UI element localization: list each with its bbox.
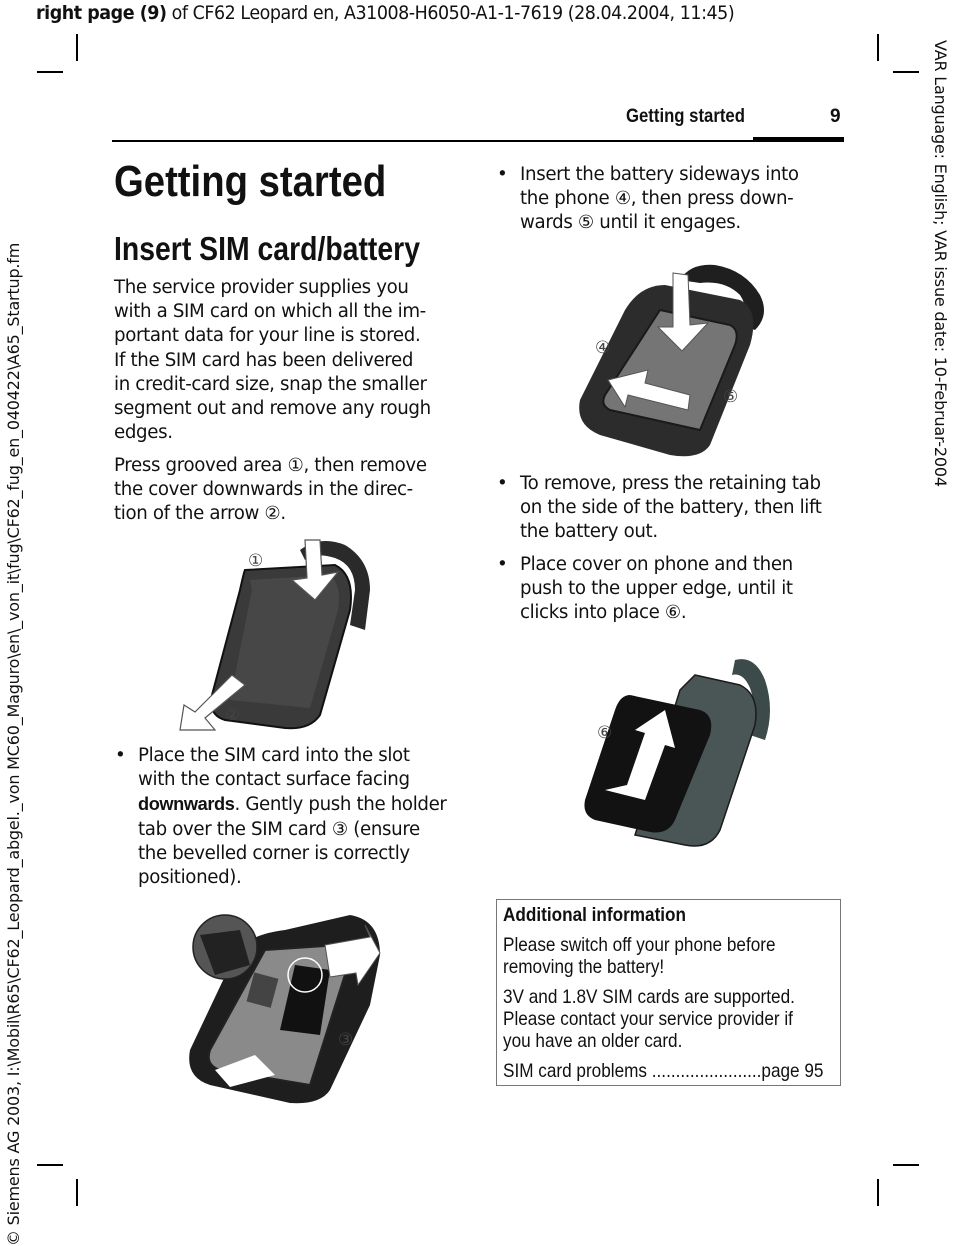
text-line: on the side of the battery, then lift bbox=[520, 497, 822, 519]
text-line: the cover downwards in the direc- bbox=[114, 479, 413, 501]
header-rule bbox=[112, 140, 753, 142]
text-line: you have an older card. bbox=[503, 1030, 683, 1052]
intro-paragraph: The service provider supplies you with a… bbox=[114, 276, 464, 445]
callout-2: ② bbox=[225, 705, 240, 725]
crop-mark bbox=[877, 34, 879, 61]
callout-1: ① bbox=[248, 551, 263, 571]
var-language-margin: VAR Language: English; VAR issue date: 1… bbox=[931, 40, 950, 487]
sim-problems-xref-link[interactable]: SIM card problems ......................… bbox=[503, 1060, 823, 1082]
figure-insert-battery: ④ ⑤ bbox=[579, 264, 764, 457]
text-line: The service provider supplies you bbox=[114, 277, 409, 298]
bullet-place-cover: Place cover on phone and then push to th… bbox=[497, 553, 842, 626]
text-line: Press grooved area ①, then remove bbox=[114, 455, 427, 476]
text-line: To remove, press the retaining tab bbox=[520, 473, 821, 494]
remove-cover-paragraph: Press grooved area ①, then remove the co… bbox=[114, 454, 464, 527]
text-line: the bevelled corner is correctly bbox=[138, 842, 410, 864]
text-line: in credit-card size, snap the smaller bbox=[114, 373, 427, 395]
text-line: portant data for your line is stored. bbox=[114, 325, 421, 347]
page-number: 9 bbox=[830, 106, 841, 127]
text-line: with the contact surface facing bbox=[138, 769, 410, 791]
text-line: removing the battery! bbox=[503, 956, 665, 978]
text-line: clicks into place ⑥. bbox=[520, 602, 687, 624]
callout-3: ③ bbox=[338, 1030, 353, 1050]
text-line: segment out and remove any rough bbox=[114, 398, 431, 420]
text-line: the battery out. bbox=[520, 521, 658, 543]
slug-rest: of CF62 Leopard en, A31008-H6050-A1-1-76… bbox=[166, 2, 735, 24]
slug-bold: right page (9) bbox=[36, 2, 167, 24]
bullet-insert-battery: Insert the battery sideways into the pho… bbox=[497, 163, 842, 236]
text-line: with a SIM card on which all the im- bbox=[114, 301, 426, 323]
info-box-title: Additional information bbox=[503, 904, 687, 926]
text-line: tion of the arrow ②. bbox=[114, 503, 286, 525]
crop-mark bbox=[76, 1179, 78, 1206]
figure-remove-cover: ① ② bbox=[179, 539, 370, 731]
section-title: Insert SIM card/battery bbox=[114, 230, 420, 267]
info-box-warning: Please switch off your phone before remo… bbox=[503, 934, 794, 978]
additional-info-box: Additional information Please switch off… bbox=[496, 899, 841, 1086]
figure-insert-sim: ③ bbox=[189, 914, 381, 1104]
bullet-remove-battery: To remove, press the retaining tab on th… bbox=[497, 472, 842, 545]
callout-6: ⑥ bbox=[597, 723, 612, 743]
header-rule-thick bbox=[753, 137, 844, 142]
running-title: Getting started bbox=[626, 106, 745, 127]
text-line: wards ⑤ until it engages. bbox=[520, 212, 741, 234]
text-line: the phone ④, then press down- bbox=[520, 188, 794, 210]
slug-line: right page (9) of CF62 Leopard en, A3100… bbox=[36, 0, 735, 26]
figure-replace-cover: ⑥ bbox=[584, 659, 770, 847]
callout-4: ④ bbox=[595, 338, 610, 358]
crop-mark bbox=[37, 1164, 63, 1166]
text-line: downwards. Gently push the holder bbox=[138, 792, 460, 817]
text-line: Place the SIM card into the slot bbox=[138, 745, 410, 766]
emphasis-downwards: downwards bbox=[138, 794, 235, 815]
bullet-place-sim: Place the SIM card into the slot with th… bbox=[115, 744, 460, 890]
callout-5: ⑤ bbox=[723, 387, 738, 407]
crop-mark bbox=[37, 71, 63, 73]
text-line: push to the upper edge, until it bbox=[520, 578, 793, 600]
crop-mark bbox=[877, 1179, 879, 1206]
text-line: Please switch off your phone before bbox=[503, 934, 776, 956]
text-line: edges. bbox=[114, 422, 173, 444]
text-line: positioned). bbox=[138, 867, 242, 889]
text-line: Insert the battery sideways into bbox=[520, 164, 799, 185]
crop-mark bbox=[76, 34, 78, 61]
text-line: 3V and 1.8V SIM cards are supported. bbox=[503, 986, 795, 1008]
info-box-sim-support: 3V and 1.8V SIM cards are supported. Ple… bbox=[503, 986, 795, 1052]
text-line: Please contact your service provider if bbox=[503, 1008, 793, 1030]
crop-mark bbox=[893, 1164, 919, 1166]
file-path-margin: © Siemens AG 2003, I:\Mobil\R65\CF62_Leo… bbox=[4, 242, 23, 1246]
text-line: If the SIM card has been delivered bbox=[114, 349, 414, 371]
page-title: Getting started bbox=[114, 157, 387, 206]
text-line: tab over the SIM card ③ (ensure bbox=[138, 818, 420, 840]
text-span: . Gently push the holder bbox=[234, 794, 447, 816]
text-line: Place cover on phone and then bbox=[520, 554, 793, 575]
crop-mark bbox=[893, 71, 919, 73]
